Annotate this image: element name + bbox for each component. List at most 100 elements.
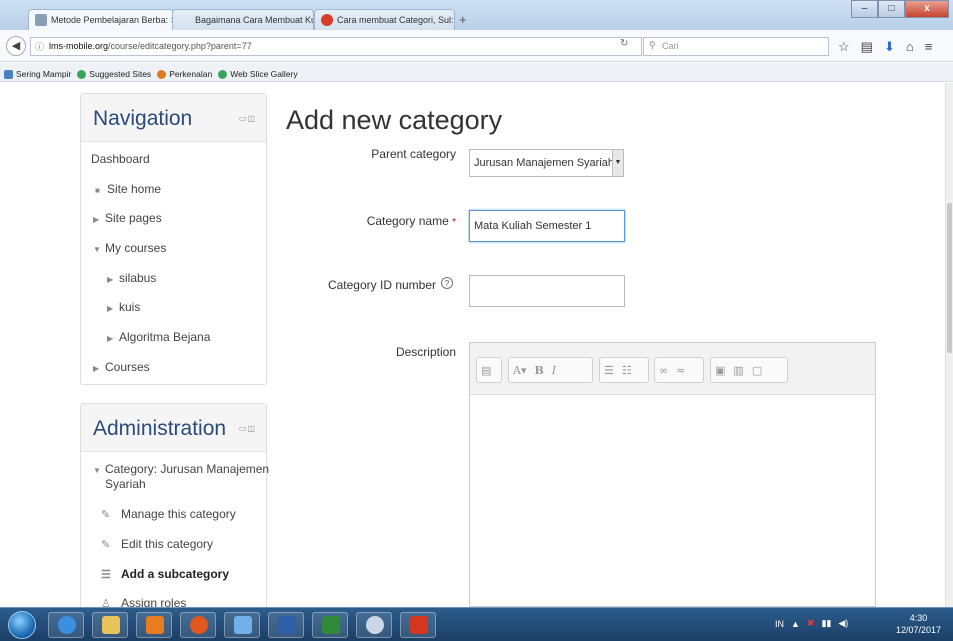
expanded-arrow-icon: ▼ — [93, 466, 101, 475]
taskbar-search[interactable] — [356, 612, 392, 638]
tab-metode-pembelajaran[interactable]: Metode Pembelajaran Berba: × — [28, 9, 174, 30]
nav-my-courses[interactable]: ▼ My courses — [93, 241, 166, 255]
page-scrollbar[interactable] — [945, 83, 953, 607]
italic-icon[interactable]: I — [548, 364, 560, 377]
address-bar[interactable]: ⓘ lms-mobile.org/course/editcategory.php… — [30, 37, 642, 56]
ordered-list-icon[interactable]: ☷ — [618, 364, 636, 377]
category-name-input[interactable]: Mata Kuliah Semester 1 — [469, 210, 625, 242]
pencil-icon: ✎ — [101, 539, 111, 551]
minimize-button[interactable]: – — [851, 0, 878, 18]
toolbar-toggle-icon[interactable]: ▤ — [477, 364, 495, 377]
media-player-icon — [146, 616, 164, 634]
taskbar-explorer[interactable] — [92, 612, 128, 638]
admin-edit-category[interactable]: ✎ Edit this category — [101, 537, 213, 551]
taskbar-word[interactable] — [268, 612, 304, 638]
paint-icon — [234, 616, 252, 634]
bookmark-star-icon[interactable]: ☆ — [838, 39, 850, 55]
unordered-list-icon[interactable]: ☰ — [600, 364, 618, 377]
bookmark-suggested-sites[interactable]: Suggested Sites — [77, 67, 151, 81]
admin-add-subcategory[interactable]: ☰ Add a subcategory — [101, 567, 229, 581]
block-controls-icon[interactable]: ▭◫ — [239, 114, 256, 123]
home-icon[interactable]: ⌂ — [906, 39, 914, 55]
category-name-label: Category name * — [256, 214, 456, 228]
navigation-toolbar: ◀ ⓘ lms-mobile.org/course/editcategory.p… — [0, 30, 953, 62]
scrollbar-thumb[interactable] — [947, 203, 952, 353]
media-icon[interactable]: ▥ — [729, 364, 747, 377]
volume-icon[interactable]: ◀) — [838, 618, 848, 629]
category-name-value: Mata Kuliah Semester 1 — [474, 220, 592, 232]
parent-category-select[interactable]: Jurusan Manajemen Syariah ▼ — [469, 149, 624, 177]
taskbar-app5[interactable] — [224, 612, 260, 638]
bookmark-label: Sering Mampir — [16, 69, 72, 79]
clock-date: 12/07/2017 — [895, 625, 941, 635]
image-icon[interactable]: ▣ — [711, 364, 729, 377]
folder-icon — [102, 616, 120, 634]
language-indicator[interactable]: IN — [775, 619, 784, 629]
nav-site-pages[interactable]: ▶ Site pages — [93, 211, 162, 225]
close-window-button[interactable]: x — [905, 0, 949, 18]
bold-icon[interactable]: B — [530, 364, 547, 377]
search-icon: ⚲ — [649, 40, 656, 50]
unlink-icon[interactable]: ≈ — [672, 364, 689, 377]
tab-cara-membuat-categori[interactable]: Cara membuat Categori, Sul: × — [314, 9, 455, 30]
reading-list-icon[interactable]: ▤ — [861, 39, 873, 55]
url-path: /course/editcategory.php?parent=77 — [108, 41, 252, 51]
browser-tab-bar: Metode Pembelajaran Berba: × Bagaimana C… — [0, 0, 953, 30]
globe-icon — [218, 69, 228, 79]
reload-icon[interactable]: ↻ — [620, 38, 628, 49]
help-icon[interactable]: ? — [441, 277, 453, 289]
paragraph-style-icon[interactable]: A▾ — [509, 364, 530, 377]
pdf-icon — [410, 616, 428, 634]
menu-icon[interactable]: ≡ — [925, 39, 933, 55]
back-button[interactable]: ◀ — [6, 36, 26, 56]
new-tab-button[interactable]: + — [459, 12, 467, 27]
network-icon[interactable]: ▮▮ — [821, 618, 831, 629]
bookmark-web-slice-gallery[interactable]: Web Slice Gallery — [218, 67, 298, 81]
block-controls-icon[interactable]: ▭◫ — [239, 424, 256, 433]
nav-course-silabus[interactable]: ▶ silabus — [107, 271, 156, 285]
description-editor[interactable]: ▤ A▾ B I ☰ ☷ ∞ ≈ ▣ ▥ ▢ — [469, 342, 876, 607]
start-button[interactable] — [8, 611, 36, 639]
page-icon — [35, 14, 47, 26]
screen: Metode Pembelajaran Berba: × Bagaimana C… — [0, 0, 953, 641]
search-input[interactable]: ⚲ Cari — [643, 37, 829, 56]
nav-courses[interactable]: ▶ Courses — [93, 360, 150, 374]
bookmark-sering-mampir[interactable]: Sering Mampir — [4, 67, 71, 81]
site-info-icon[interactable]: ⓘ — [35, 40, 44, 53]
collapsed-arrow-icon: ▶ — [107, 275, 114, 284]
tray-arrow-icon[interactable]: ▲ — [791, 619, 800, 629]
tab-title: Cara membuat Categori, Sul: × — [337, 15, 455, 25]
collapsed-arrow-icon: ▶ — [107, 334, 114, 343]
taskbar-firefox[interactable] — [180, 612, 216, 638]
nav-course-algoritma-bejana[interactable]: ▶ Algoritma Bejana — [107, 330, 210, 344]
nav-site-home[interactable]: ■ Site home — [95, 182, 161, 196]
taskbar-media[interactable] — [136, 612, 172, 638]
bookmark-label: Suggested Sites — [89, 69, 152, 79]
tab-title: Bagaimana Cara Membuat Kurs: × — [195, 15, 313, 25]
nav-dashboard[interactable]: Dashboard — [91, 152, 150, 166]
parent-category-label: Parent category — [371, 147, 456, 161]
category-id-number-input[interactable] — [469, 275, 625, 307]
taskbar-pdf[interactable] — [400, 612, 436, 638]
clock-time: 4:30 — [909, 613, 928, 623]
clock[interactable]: 4:30 12/07/2017 — [896, 612, 941, 636]
admin-manage-category[interactable]: ✎ Manage this category — [101, 507, 236, 521]
bookmark-perkenalan[interactable]: Perkenalan — [157, 67, 212, 81]
dropdown-arrow-icon: ▼ — [612, 150, 623, 176]
firefox-icon — [190, 616, 208, 634]
file-icon[interactable]: ▢ — [748, 364, 766, 377]
taskbar-excel[interactable] — [312, 612, 348, 638]
link-icon[interactable]: ∞ — [655, 364, 672, 377]
page-content: Navigation ▭◫ Dashboard ■ Site home ▶ Site… — [0, 83, 953, 613]
security-icon[interactable]: ✖ — [807, 618, 815, 629]
globe-icon — [77, 69, 87, 79]
firefox-icon — [157, 69, 167, 79]
administration-block: Administration ▭◫ ▼ Category: Jurusan Man… — [80, 403, 269, 613]
nav-course-kuis[interactable]: ▶ kuis — [107, 300, 140, 314]
taskbar-ie[interactable] — [48, 612, 84, 638]
tab-bagaimana-cara[interactable]: Bagaimana Cara Membuat Kurs: × — [172, 9, 314, 30]
category-id-number-label: Category ID number — [327, 278, 436, 292]
admin-category-node[interactable]: ▼ Category: Jurusan Manajemen — [93, 462, 269, 476]
maximize-button[interactable]: □ — [878, 0, 905, 18]
downloads-icon[interactable]: ⬇ — [884, 39, 895, 55]
